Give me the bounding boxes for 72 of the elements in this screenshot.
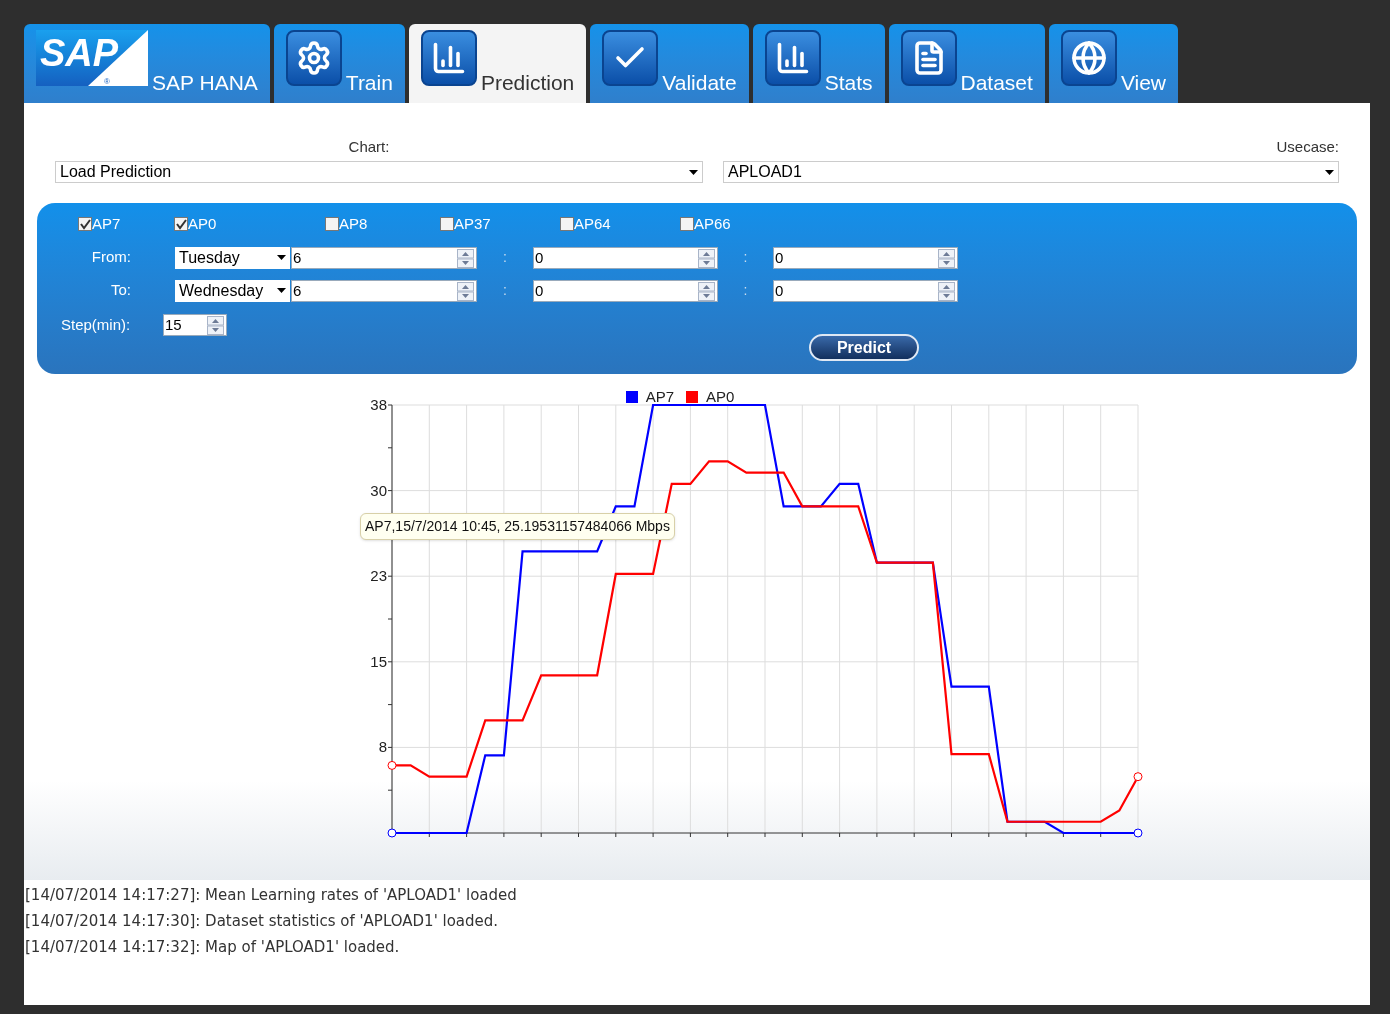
point bbox=[1133, 772, 1143, 782]
checkbox[interactable] bbox=[325, 217, 339, 232]
sap-logo: SAP ® bbox=[36, 30, 148, 86]
checkbox[interactable] bbox=[78, 217, 92, 232]
checkbox-label: AP8 bbox=[339, 214, 368, 234]
y-tick-label: 38 bbox=[370, 396, 387, 413]
day-dropdown[interactable]: Tuesday bbox=[175, 246, 290, 269]
checkmark-icon bbox=[602, 30, 659, 86]
checkbox[interactable] bbox=[174, 217, 188, 232]
spinner-arrows-icon[interactable] bbox=[207, 315, 225, 336]
bar-chart-icon bbox=[764, 30, 821, 86]
bar-chart-icon bbox=[420, 30, 477, 86]
y-tick-label: 30 bbox=[370, 481, 387, 499]
chart-tooltip: AP7,15/7/2014 10:45, 25.19531157484066 Mbps bbox=[360, 513, 675, 540]
time-label: To: bbox=[110, 280, 132, 301]
number-field[interactable]: 0 bbox=[533, 279, 718, 302]
number-field[interactable]: 0 bbox=[773, 246, 958, 269]
y-tick-label: 23 bbox=[370, 567, 387, 585]
checkbox[interactable] bbox=[560, 217, 574, 232]
checkbox-label: AP37 bbox=[454, 214, 491, 234]
log-line: [14/07/2014 14:17:27]: Mean Learning rates of 'APLOAD1' loaded bbox=[25, 885, 518, 906]
checkbox-label: AP0 bbox=[188, 214, 217, 234]
spinner-arrows-icon[interactable] bbox=[938, 281, 956, 302]
caret-icon bbox=[277, 288, 286, 293]
usecase-dropdown[interactable]: APLOAD1 bbox=[723, 161, 1339, 183]
usecase-label: Usecase: bbox=[1276, 137, 1339, 157]
chart-dropdown[interactable]: Load Prediction bbox=[55, 161, 703, 183]
step-label: Step(min): bbox=[61, 314, 132, 335]
spinner-arrows-icon[interactable] bbox=[457, 248, 475, 269]
log-line: [14/07/2014 14:17:30]: Dataset statistics of 'APLOAD1' loaded. bbox=[25, 911, 500, 932]
time-separator: : bbox=[742, 248, 749, 267]
spinner-arrows-icon[interactable] bbox=[698, 281, 716, 302]
nav-tab[interactable]: Train bbox=[273, 24, 405, 103]
number-field[interactable]: 15 bbox=[163, 313, 227, 336]
caret-icon bbox=[689, 169, 698, 175]
number-field[interactable]: 6 bbox=[291, 246, 477, 269]
time-separator: : bbox=[502, 281, 508, 300]
checkbox[interactable] bbox=[440, 217, 454, 232]
log-line: [14/07/2014 14:17:32]: Map of 'APLOAD1' loaded. bbox=[25, 937, 401, 958]
number-field[interactable]: 0 bbox=[533, 246, 718, 269]
caret-icon bbox=[1325, 169, 1334, 175]
nav-tab[interactable]: SAP ® SAP HANA bbox=[24, 24, 270, 103]
chart-label: Chart: bbox=[348, 137, 390, 157]
predict-button[interactable]: Predict bbox=[809, 334, 919, 361]
document-icon bbox=[900, 30, 957, 86]
number-field[interactable]: 0 bbox=[773, 279, 958, 302]
spinner-arrows-icon[interactable] bbox=[938, 248, 956, 269]
checkbox-label: AP66 bbox=[694, 214, 731, 234]
time-separator: : bbox=[742, 281, 749, 300]
nav-tab[interactable]: Dataset bbox=[888, 24, 1045, 103]
nav-tab[interactable]: View bbox=[1048, 24, 1178, 103]
checkbox-label: AP7 bbox=[92, 214, 121, 234]
checkbox-label: AP64 bbox=[574, 214, 611, 234]
legend-label: AP0 bbox=[706, 387, 735, 407]
spinner-arrows-icon[interactable] bbox=[457, 281, 475, 302]
nav-tab[interactable]: Stats bbox=[752, 24, 885, 103]
nav-tab[interactable]: Validate bbox=[590, 24, 749, 103]
spinner-arrows-icon[interactable] bbox=[698, 248, 716, 269]
point bbox=[387, 828, 397, 838]
point bbox=[387, 760, 397, 770]
y-tick-label: 8 bbox=[378, 738, 387, 756]
caret-icon bbox=[277, 255, 286, 260]
y-tick-label: 15 bbox=[370, 652, 387, 670]
nav-tab[interactable]: Prediction bbox=[408, 24, 587, 103]
time-separator: : bbox=[502, 248, 508, 267]
globe-icon bbox=[1060, 30, 1117, 86]
day-dropdown[interactable]: Wednesday bbox=[175, 279, 290, 302]
time-label: From: bbox=[90, 247, 132, 268]
checkbox[interactable] bbox=[680, 217, 694, 232]
legend-label: AP7 bbox=[645, 387, 674, 407]
point bbox=[1133, 828, 1143, 838]
number-field[interactable]: 6 bbox=[291, 279, 477, 302]
